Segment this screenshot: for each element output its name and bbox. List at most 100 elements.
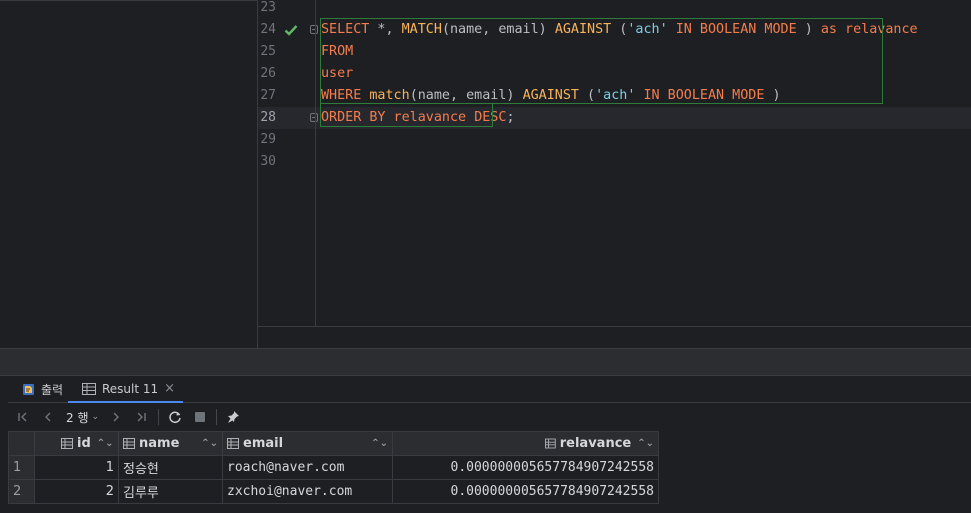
cell-name[interactable]: 정승현 [118, 455, 223, 480]
stop-icon[interactable] [191, 408, 209, 426]
line-number[interactable]: 30 [258, 151, 276, 173]
first-page-icon[interactable] [14, 408, 32, 426]
code-token: IN BOOLEAN MODE [643, 88, 765, 103]
code-token: MATCH [401, 22, 442, 37]
code-token: IN BOOLEAN MODE [675, 22, 797, 37]
line-number[interactable]: 27 [258, 85, 276, 107]
code-token: FROM [321, 44, 354, 59]
line-number[interactable]: 25 [258, 41, 276, 63]
code-line[interactable]: 28 ORDER BY relavance DESC; [258, 107, 971, 129]
column-icon [545, 438, 556, 449]
cell-id[interactable]: 2 [34, 479, 119, 504]
column-header-email[interactable]: email ⌃⌄ [222, 431, 393, 456]
column-header-name[interactable]: name ⌃⌄ [118, 431, 223, 456]
code-text: ORDER BY relavance DESC; [321, 107, 515, 129]
table-row[interactable]: 2 2 김루루 zxchoi@naver.com 0.00000000565778490… [8, 479, 659, 504]
cell-name[interactable]: 김루루 [118, 479, 223, 504]
cell-email[interactable]: roach@naver.com [222, 455, 393, 480]
row-number[interactable]: 2 [8, 479, 35, 504]
sort-icon[interactable]: ⌃⌄ [201, 438, 218, 449]
code-line[interactable]: 29 [258, 129, 971, 151]
code-token: ( [579, 88, 596, 103]
code-line[interactable]: 27 WHERE match(name, email) AGAINST ('ach… [258, 85, 971, 107]
code-line[interactable]: 26 user [258, 63, 971, 85]
code-line[interactable]: 25 FROM [258, 41, 971, 63]
pin-icon[interactable] [224, 408, 242, 426]
code-token: (name, email) [409, 88, 523, 103]
code-line[interactable]: 23 [258, 0, 971, 19]
left-panel [0, 0, 257, 348]
code-text: SELECT *, MATCH(name, email) AGAINST ('a… [321, 19, 918, 41]
close-icon[interactable]: × [164, 381, 175, 396]
line-number[interactable]: 26 [258, 63, 276, 85]
fold-icon[interactable] [310, 113, 318, 122]
line-number[interactable]: 23 [258, 0, 276, 19]
header-row: id ⌃⌄ name ⌃⌄ email ⌃⌄ relavance ⌃⌄ [8, 431, 659, 456]
line-number[interactable]: 28 [258, 107, 276, 129]
results-toolbar: 2 행 ⌄ [8, 404, 971, 430]
code-token: AGAINST [522, 88, 579, 103]
column-icon [123, 438, 135, 449]
results-tab-bar: 출력 Result 11 × [8, 376, 971, 403]
column-header-relavance[interactable]: relavance ⌃⌄ [392, 431, 659, 456]
cell-relavance[interactable]: 0.0000000056577849072425​58 [392, 455, 659, 480]
line-number[interactable]: 24 [258, 19, 276, 41]
toolbar-separator [158, 409, 159, 425]
result-grid[interactable]: id ⌃⌄ name ⌃⌄ email ⌃⌄ relavance ⌃⌄ 1 1 … [8, 431, 659, 504]
corner-cell[interactable] [8, 431, 35, 456]
code-token: ( [611, 22, 628, 37]
code-token: 'ach' [595, 88, 636, 103]
sort-icon[interactable]: ⌃⌄ [371, 438, 388, 449]
column-icon [61, 438, 73, 449]
sort-icon[interactable]: ⌃⌄ [97, 438, 114, 449]
tab-result-11[interactable]: Result 11 × [68, 376, 184, 403]
check-icon [284, 25, 298, 36]
column-icon [227, 438, 239, 449]
code-token: user [321, 66, 354, 81]
table-icon [82, 382, 96, 395]
code-token: DESC [474, 110, 507, 125]
column-label: relavance [559, 436, 632, 451]
code-token: SELECT [321, 22, 370, 37]
code-line[interactable]: 24 SELECT *, MATCH(name, email) AGAINST (… [258, 19, 971, 41]
editor-scroll-area [258, 327, 971, 348]
toolbar-separator [216, 409, 217, 425]
results-panel: 출력 Result 11 × 2 행 ⌄ id ⌃⌄ name ⌃⌄ email… [0, 376, 971, 513]
cell-email[interactable]: zxchoi@naver.com [222, 479, 393, 504]
code-token: relavance [385, 110, 475, 125]
cell-id[interactable]: 1 [34, 455, 119, 480]
last-page-icon[interactable] [132, 408, 150, 426]
code-token: ) [796, 22, 821, 37]
sql-editor[interactable]: 23 24 SELECT *, MATCH (name, email) AGAINST… [258, 0, 971, 326]
code-token: ; [506, 110, 515, 125]
code-token: as relavance [820, 22, 918, 37]
next-page-icon[interactable] [107, 408, 125, 426]
code-line[interactable]: 30 [258, 151, 971, 173]
chevron-down-icon: ⌄ [91, 412, 100, 422]
line-number[interactable]: 29 [258, 129, 276, 151]
sort-icon[interactable]: ⌃⌄ [637, 438, 654, 449]
gutter-divider [315, 0, 316, 326]
code-token: 'ach' [627, 22, 668, 37]
tab-result-label: Result 11 [102, 381, 159, 396]
prev-page-icon[interactable] [39, 408, 57, 426]
refresh-icon[interactable] [166, 408, 184, 426]
column-header-id[interactable]: id ⌃⌄ [34, 431, 119, 456]
code-token: ORDER BY [321, 110, 386, 125]
column-label: email [243, 436, 284, 451]
fold-icon[interactable] [310, 25, 318, 34]
column-label: id [77, 436, 91, 451]
code-token: ) [764, 88, 781, 103]
row-number[interactable]: 1 [8, 455, 35, 480]
code-token: *, [369, 22, 402, 37]
code-token: WHERE [321, 88, 362, 103]
cell-relavance[interactable]: 0.000000005657784907242558 [392, 479, 659, 504]
code-token: AGAINST [554, 22, 612, 37]
tab-output[interactable]: 출력 [22, 376, 63, 403]
panel-splitter[interactable] [0, 348, 971, 376]
table-row[interactable]: 1 1 정승현 roach@naver.com 0.000000005657784907… [8, 455, 659, 480]
page-size-select[interactable]: 2 행 ⌄ [66, 406, 99, 428]
code-text: user [321, 63, 353, 85]
